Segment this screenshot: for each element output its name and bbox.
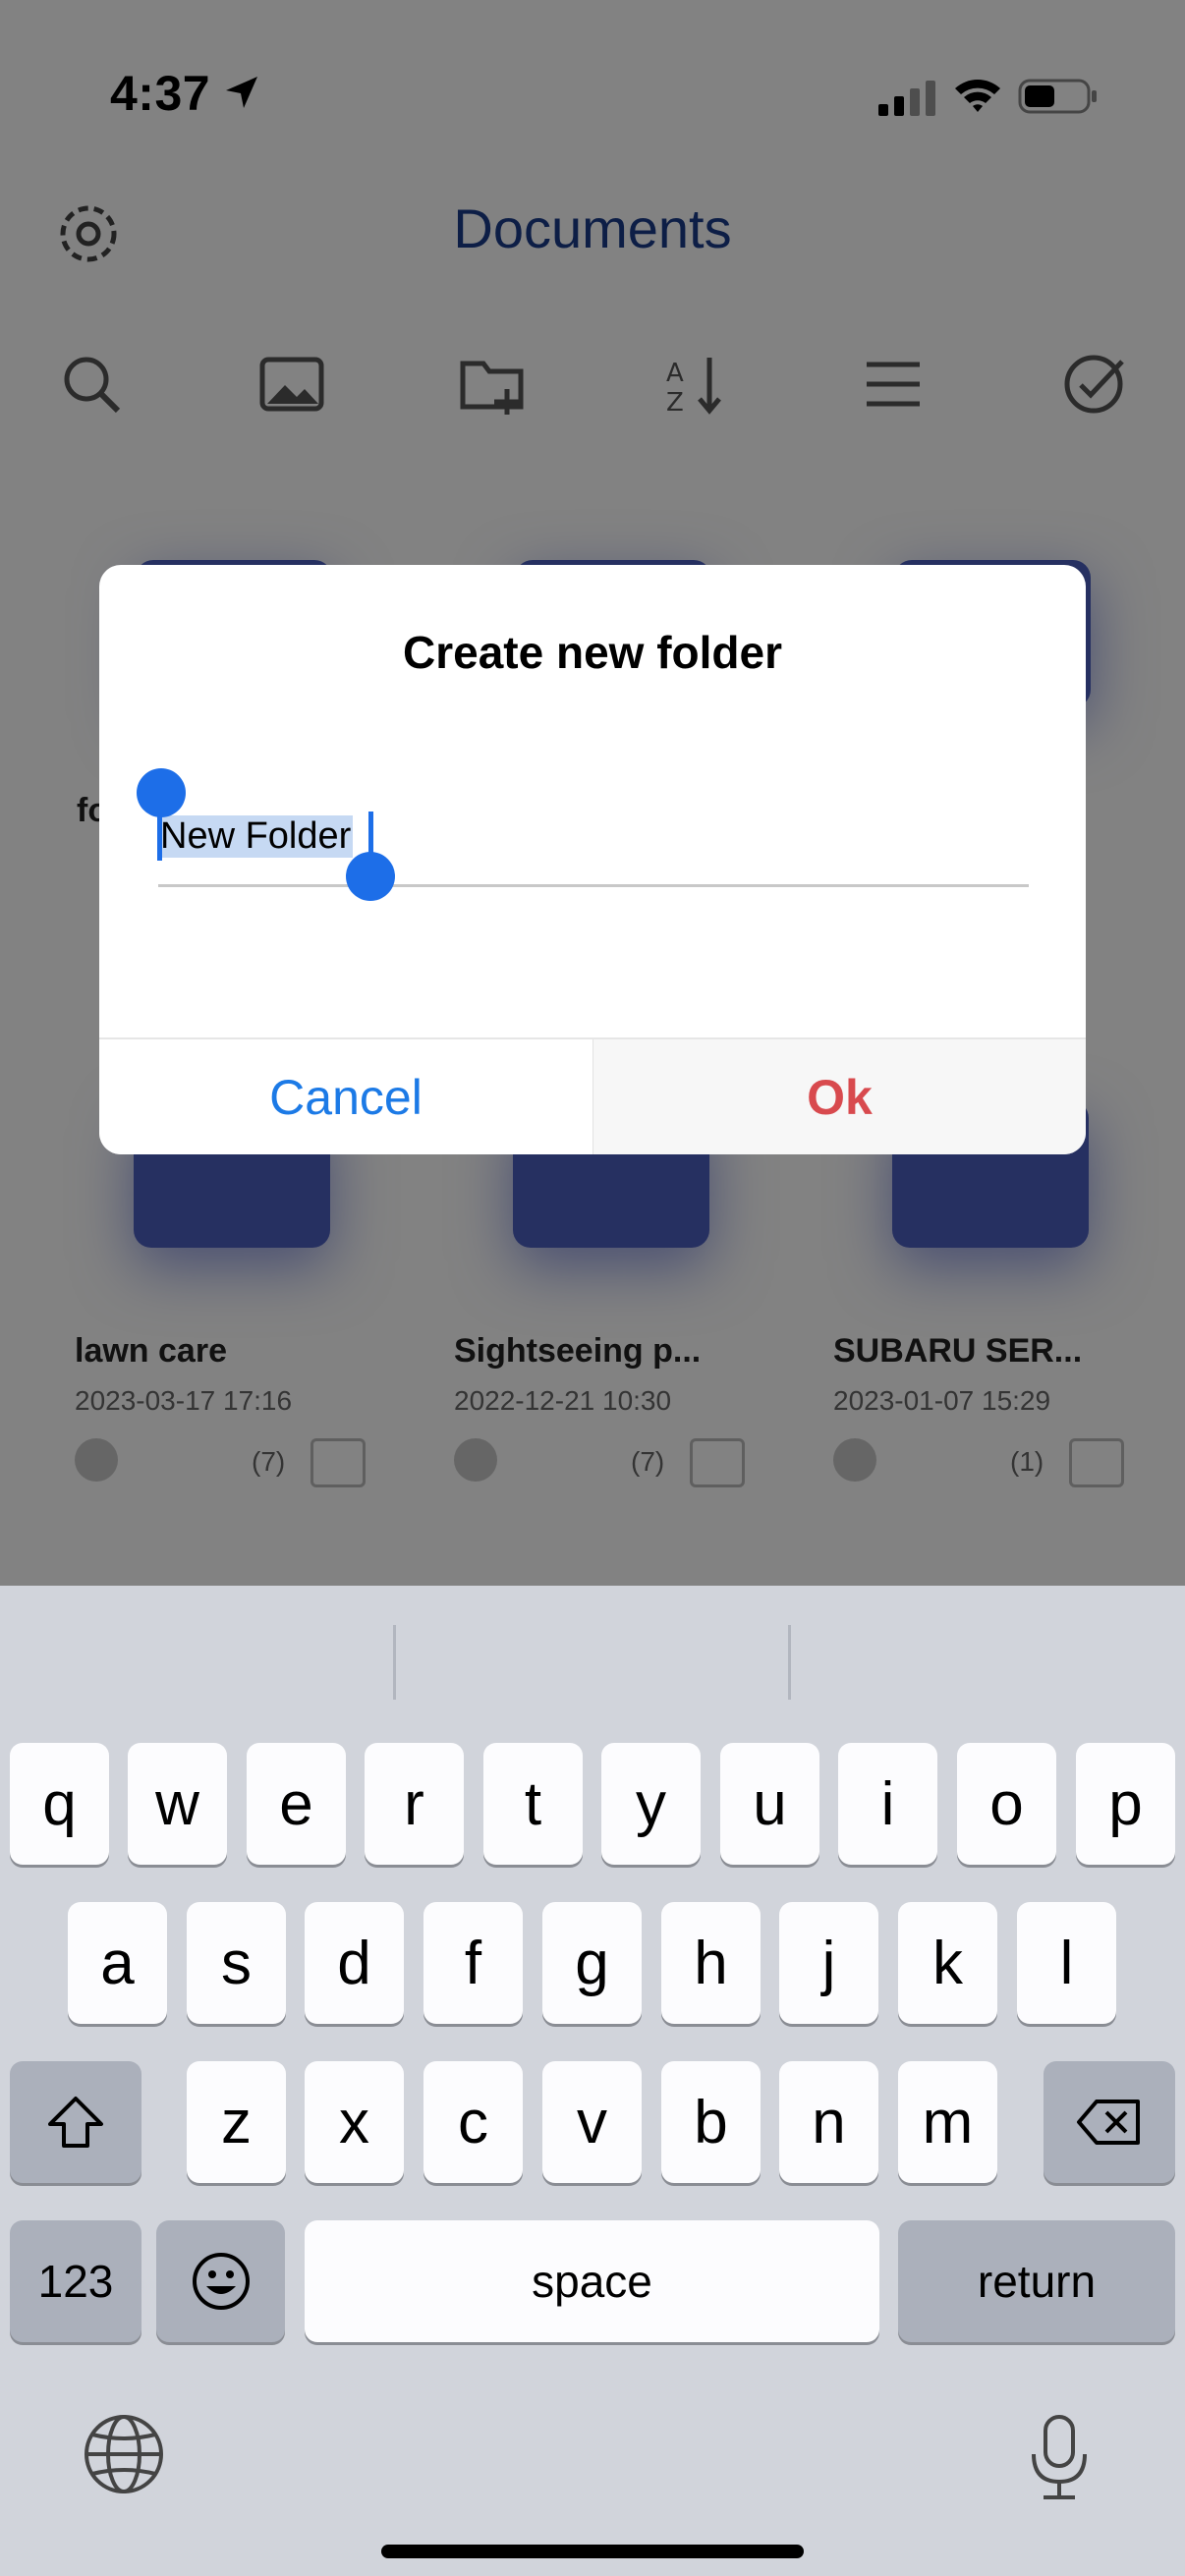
key-s[interactable]: s (187, 1902, 286, 2024)
key-o[interactable]: o (957, 1743, 1056, 1865)
create-folder-dialog: Create new folder New Folder Cancel Ok (99, 565, 1086, 1154)
key-p[interactable]: p (1076, 1743, 1175, 1865)
dialog-title: Create new folder (403, 627, 782, 678)
suggestion-divider (788, 1625, 791, 1700)
shift-arrow-icon (48, 2097, 103, 2148)
key-e[interactable]: e (247, 1743, 346, 1865)
suggestion-divider (393, 1625, 396, 1700)
backspace-icon (1077, 2100, 1140, 2145)
key-x[interactable]: x (305, 2061, 404, 2183)
emoji-icon (192, 2253, 250, 2310)
space-key[interactable]: space (305, 2220, 879, 2342)
key-r[interactable]: r (365, 1743, 464, 1865)
key-z[interactable]: z (187, 2061, 286, 2183)
globe-icon[interactable] (83, 2413, 165, 2495)
key-i[interactable]: i (838, 1743, 937, 1865)
cancel-button[interactable]: Cancel (99, 1039, 592, 1154)
delete-key[interactable] (1044, 2061, 1175, 2183)
key-g[interactable]: g (542, 1902, 642, 2024)
screen: 4:37 Documents A Z fo lawn care 2023-03-… (0, 0, 1185, 2576)
key-j[interactable]: j (779, 1902, 878, 2024)
key-n[interactable]: n (779, 2061, 878, 2183)
selection-start-caret (157, 806, 162, 861)
folder-name-input[interactable]: New Folder (158, 806, 1029, 884)
key-y[interactable]: y (601, 1743, 701, 1865)
key-d[interactable]: d (305, 1902, 404, 2024)
input-underline (158, 884, 1029, 887)
key-u[interactable]: u (720, 1743, 819, 1865)
emoji-key[interactable] (156, 2220, 285, 2342)
home-indicator[interactable] (381, 2545, 804, 2558)
key-h[interactable]: h (661, 1902, 761, 2024)
ok-button[interactable]: Ok (593, 1039, 1086, 1154)
selection-end-handle[interactable] (346, 852, 395, 901)
key-m[interactable]: m (898, 2061, 997, 2183)
keyboard: q w e r t y u i o p a s d f g h j k l z … (0, 1586, 1185, 2576)
key-q[interactable]: q (10, 1743, 109, 1865)
key-w[interactable]: w (128, 1743, 227, 1865)
return-key[interactable]: return (898, 2220, 1175, 2342)
key-k[interactable]: k (898, 1902, 997, 2024)
key-b[interactable]: b (661, 2061, 761, 2183)
selected-text[interactable]: New Folder (158, 815, 354, 858)
key-a[interactable]: a (68, 1902, 167, 2024)
key-f[interactable]: f (423, 1902, 523, 2024)
key-l[interactable]: l (1017, 1902, 1116, 2024)
key-c[interactable]: c (423, 2061, 523, 2183)
key-v[interactable]: v (542, 2061, 642, 2183)
numbers-key[interactable]: 123 (10, 2220, 141, 2342)
microphone-icon[interactable] (1026, 2413, 1093, 2503)
key-t[interactable]: t (483, 1743, 583, 1865)
shift-key[interactable] (10, 2061, 141, 2183)
